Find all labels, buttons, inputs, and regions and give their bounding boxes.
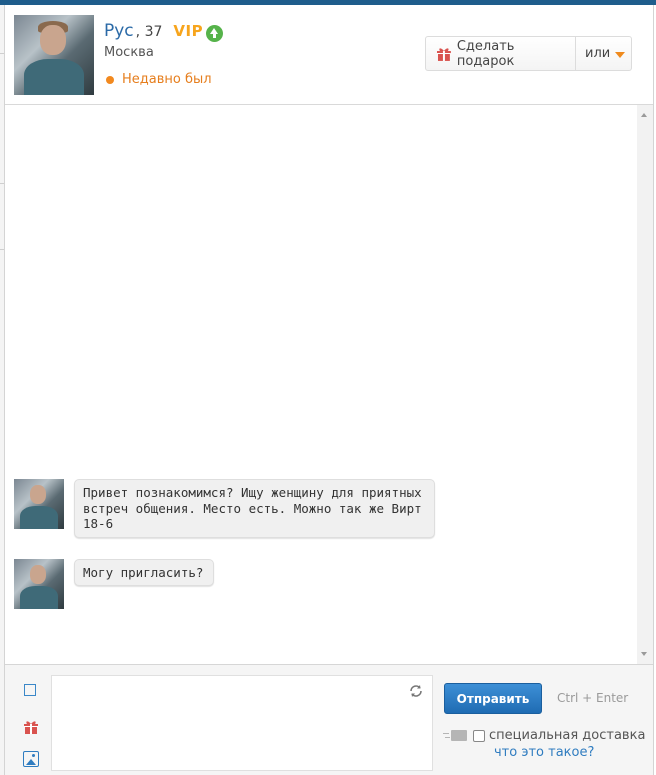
online-status: Недавно был [106,72,212,87]
special-delivery-row: специальная доставка [443,728,645,743]
message-composer: Отправить Ctrl + Enter специальная доста… [5,664,653,775]
chevron-down-icon [615,51,626,58]
envelope-icon [443,729,467,743]
avatar-shirt [20,586,58,609]
profile-name[interactable]: Рус [104,21,134,41]
profile-age: , 37 [135,24,163,40]
avatar-shirt [20,506,58,529]
or-label: или [585,46,611,61]
make-gift-label: Сделать подарок [456,38,515,69]
profile-avatar[interactable] [14,15,94,95]
refresh-icon[interactable] [408,683,424,699]
message-item: Могу пригласить? [14,559,214,609]
up-arrow-circle-icon[interactable] [206,24,224,42]
vip-badge[interactable]: VIP [173,22,203,40]
send-button[interactable]: Отправить [444,683,542,714]
send-shortcut-hint: Ctrl + Enter [557,691,629,705]
square-icon[interactable] [24,684,36,696]
status-dot-icon [106,75,114,84]
speed-line [443,732,449,734]
make-gift-button[interactable]: Сделать подарок [426,37,576,70]
message-item: Привет познакомимся? Ищу женщину для при… [14,479,435,538]
special-delivery-checkbox[interactable] [473,729,485,742]
more-options-dropdown[interactable]: или [576,37,631,70]
status-text: Недавно был [122,72,212,87]
sender-avatar[interactable] [14,559,64,609]
profile-city: Москва [104,45,154,60]
scroll-up-arrow-icon[interactable] [641,113,647,117]
message-list[interactable]: Привет познакомимся? Ищу женщину для при… [5,105,653,664]
special-delivery-label[interactable]: специальная доставка [489,728,645,743]
chat-header: Рус , 37 VIP Москва Недавно был Сделать … [5,5,653,105]
gift-action-group: Сделать подарок или [425,36,632,71]
avatar-shirt [24,59,84,95]
avatar-face [30,485,46,504]
avatar-face [30,565,46,584]
profile-name-row: Рус , 37 VIP [104,21,224,42]
message-bubble: Могу пригласить? [74,559,214,586]
what-is-this-link[interactable]: что это такое? [494,745,594,760]
message-scrollbar[interactable] [637,105,653,664]
speed-line [445,736,450,738]
image-icon[interactable] [23,751,39,767]
sender-avatar[interactable] [14,479,64,529]
message-input[interactable] [51,675,433,771]
avatar-face [40,25,66,55]
envelope-body [451,729,467,741]
gift-icon[interactable] [23,719,39,735]
gift-icon [436,47,451,61]
message-bubble: Привет познакомимся? Ищу женщину для при… [74,479,435,538]
scroll-down-arrow-icon[interactable] [641,652,647,656]
